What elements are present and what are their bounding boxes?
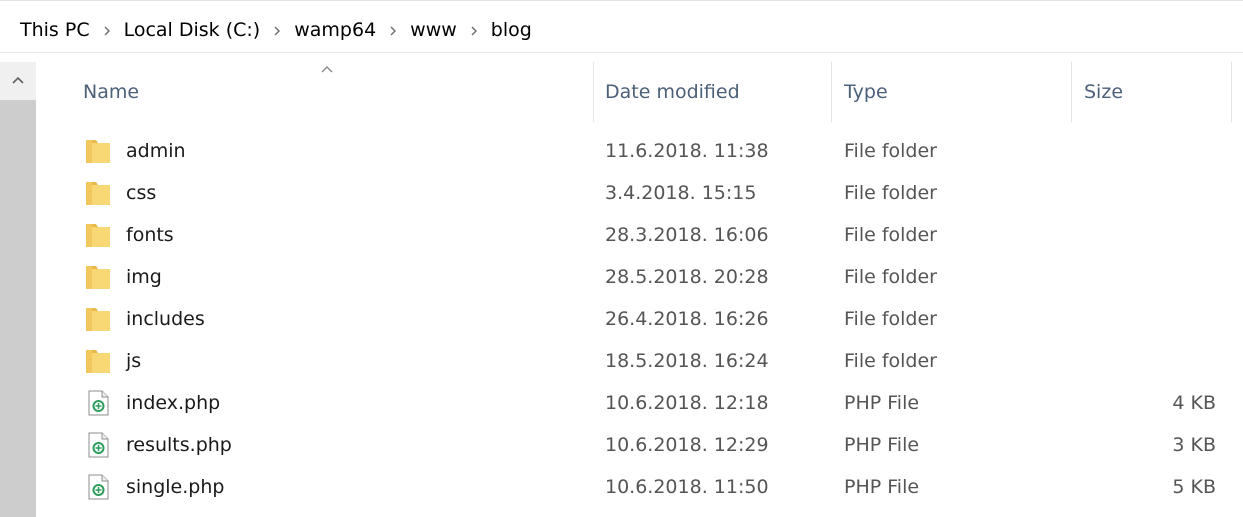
folder-icon xyxy=(84,347,112,375)
breadcrumb-this-pc[interactable]: This PC xyxy=(20,19,90,41)
folder-icon xyxy=(84,137,112,165)
file-size xyxy=(1084,340,1216,382)
file-row[interactable]: index.php 10.6.2018. 12:18 PHP File 4 KB xyxy=(38,382,1243,424)
file-type: PHP File xyxy=(844,392,920,414)
chevron-right-icon[interactable] xyxy=(376,23,410,37)
column-header-size[interactable]: Size xyxy=(1084,62,1224,122)
file-date-modified: 26.4.2018. 16:26 xyxy=(605,308,769,330)
chevron-up-icon xyxy=(12,76,24,84)
file-type: PHP File xyxy=(844,476,920,498)
file-size: 4 KB xyxy=(1172,392,1216,414)
scroll-thumb[interactable] xyxy=(0,100,36,517)
php-file-icon xyxy=(84,473,112,501)
php-file-icon xyxy=(84,431,112,459)
file-type: File folder xyxy=(844,350,937,372)
sort-ascending-icon xyxy=(321,66,333,73)
breadcrumb: This PC Local Disk (C:) wamp64 www blog xyxy=(0,8,1243,52)
breadcrumb-blog[interactable]: blog xyxy=(491,19,532,41)
column-header-type-label: Type xyxy=(844,81,888,103)
folder-icon xyxy=(84,305,112,333)
php-file-icon xyxy=(84,389,112,417)
file-type: PHP File xyxy=(844,434,920,456)
file-type: File folder xyxy=(844,140,937,162)
file-type: File folder xyxy=(844,224,937,246)
chevron-right-icon[interactable] xyxy=(260,23,294,37)
column-header-name-label: Name xyxy=(83,81,140,103)
file-row[interactable]: img 28.5.2018. 20:28 File folder xyxy=(38,256,1243,298)
breadcrumb-local-disk[interactable]: Local Disk (C:) xyxy=(124,19,261,41)
chevron-right-icon[interactable] xyxy=(90,23,124,37)
file-date-modified: 11.6.2018. 11:38 xyxy=(605,140,769,162)
file-row[interactable]: includes 26.4.2018. 16:26 File folder xyxy=(38,298,1243,340)
file-date-modified: 10.6.2018. 11:50 xyxy=(605,476,769,498)
file-name: results.php xyxy=(126,434,232,456)
column-divider[interactable] xyxy=(1231,62,1232,122)
file-size xyxy=(1084,214,1216,256)
file-name: single.php xyxy=(126,476,225,498)
file-name: img xyxy=(126,266,162,288)
column-header-date-modified[interactable]: Date modified xyxy=(605,62,825,122)
file-row[interactable]: js 18.5.2018. 16:24 File folder xyxy=(38,340,1243,382)
file-row[interactable]: results.php 10.6.2018. 12:29 PHP File 3 KB xyxy=(38,424,1243,466)
breadcrumb-wamp64[interactable]: wamp64 xyxy=(294,19,376,41)
file-row[interactable]: css 3.4.2018. 15:15 File folder xyxy=(38,172,1243,214)
file-date-modified: 10.6.2018. 12:29 xyxy=(605,434,769,456)
column-header-row: Name Date modified Type Size xyxy=(38,62,1243,122)
scroll-up-button[interactable] xyxy=(0,62,36,98)
file-size: 3 KB xyxy=(1172,434,1216,456)
file-name: admin xyxy=(126,140,186,162)
column-header-size-label: Size xyxy=(1084,81,1124,103)
column-divider[interactable] xyxy=(593,62,594,122)
column-divider[interactable] xyxy=(831,62,832,122)
file-type: File folder xyxy=(844,308,937,330)
folder-icon xyxy=(84,221,112,249)
file-row[interactable]: admin 11.6.2018. 11:38 File folder xyxy=(38,130,1243,172)
file-name: fonts xyxy=(126,224,174,246)
file-name: js xyxy=(126,350,142,372)
file-size xyxy=(1084,130,1216,172)
chevron-right-icon[interactable] xyxy=(457,23,491,37)
file-type: File folder xyxy=(844,182,937,204)
file-size xyxy=(1084,298,1216,340)
file-date-modified: 18.5.2018. 16:24 xyxy=(605,350,769,372)
file-date-modified: 10.6.2018. 12:18 xyxy=(605,392,769,414)
file-date-modified: 28.3.2018. 16:06 xyxy=(605,224,769,246)
file-type: File folder xyxy=(844,266,937,288)
file-row[interactable]: single.php 10.6.2018. 11:50 PHP File 5 KB xyxy=(38,466,1243,508)
folder-icon xyxy=(84,263,112,291)
file-name: css xyxy=(126,182,157,204)
file-date-modified: 28.5.2018. 20:28 xyxy=(605,266,769,288)
file-row[interactable]: fonts 28.3.2018. 16:06 File folder xyxy=(38,214,1243,256)
breadcrumb-divider xyxy=(0,52,1243,53)
top-border xyxy=(0,0,1243,1)
column-header-date-label: Date modified xyxy=(605,81,740,103)
file-date-modified: 3.4.2018. 15:15 xyxy=(605,182,757,204)
file-name: includes xyxy=(126,308,205,330)
folder-icon xyxy=(84,179,112,207)
breadcrumb-www[interactable]: www xyxy=(410,19,457,41)
file-size: 5 KB xyxy=(1172,476,1216,498)
column-header-type[interactable]: Type xyxy=(844,62,1064,122)
column-divider[interactable] xyxy=(1071,62,1072,122)
vertical-scrollbar[interactable] xyxy=(0,62,36,517)
file-size xyxy=(1084,172,1216,214)
file-size xyxy=(1084,256,1216,298)
file-name: index.php xyxy=(126,392,221,414)
